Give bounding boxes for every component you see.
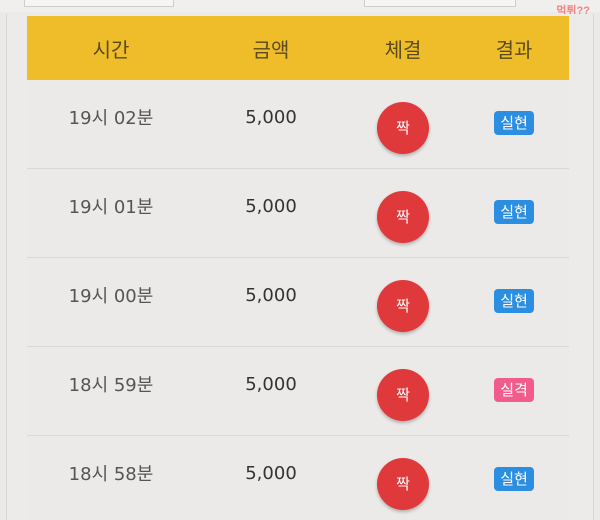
table-row: 19시 00분 5,000 짝 실현 [27, 258, 569, 347]
row-exec: 짝 [347, 183, 459, 243]
bet-history-table: 시간 금액 체결 결과 19시 02분 5,000 짝 실현 19시 01분 5… [27, 16, 569, 520]
row-time: 19시 01분 [68, 197, 154, 218]
top-tab-right[interactable] [364, 0, 516, 7]
table-row: 19시 01분 5,000 짝 실현 [27, 169, 569, 258]
row-exec: 짝 [347, 361, 459, 421]
exec-badge: 짝 [377, 191, 429, 243]
result-badge: 실현 [494, 200, 534, 224]
row-time: 18시 59분 [68, 375, 154, 396]
row-amount: 5,000 [245, 106, 297, 128]
row-result: 실현 [459, 111, 569, 135]
header-exec: 체결 [384, 37, 422, 62]
row-result: 실현 [459, 467, 569, 491]
row-time: 19시 00분 [68, 286, 154, 307]
exec-badge: 짝 [377, 102, 429, 154]
result-badge: 실현 [494, 111, 534, 135]
row-time: 19시 02분 [68, 108, 154, 129]
top-tab-left[interactable] [24, 0, 174, 7]
result-badge: 실현 [494, 289, 534, 313]
row-result: 실격 [459, 378, 569, 402]
exec-badge: 짝 [377, 369, 429, 421]
result-badge: 실현 [494, 467, 534, 491]
row-exec: 짝 [347, 94, 459, 154]
table-row: 18시 58분 5,000 짝 실현 [27, 436, 569, 520]
header-result: 결과 [495, 37, 533, 62]
page: 먹튀?? 시간 금액 체결 결과 19시 02분 5,000 짝 실현 19시 … [0, 0, 600, 520]
row-amount: 5,000 [245, 284, 297, 306]
table-row: 19시 02분 5,000 짝 실현 [27, 80, 569, 169]
table-header: 시간 금액 체결 결과 [27, 16, 569, 80]
table-row: 18시 59분 5,000 짝 실격 [27, 347, 569, 436]
row-amount: 5,000 [245, 462, 297, 484]
result-badge: 실격 [494, 378, 534, 402]
row-time: 18시 58분 [68, 464, 154, 485]
row-exec: 짝 [347, 272, 459, 332]
row-amount: 5,000 [245, 373, 297, 395]
header-amount: 금액 [252, 37, 290, 62]
header-time: 시간 [92, 37, 130, 62]
row-exec: 짝 [347, 450, 459, 510]
row-result: 실현 [459, 200, 569, 224]
row-amount: 5,000 [245, 195, 297, 217]
exec-badge: 짝 [377, 280, 429, 332]
exec-badge: 짝 [377, 458, 429, 510]
row-result: 실현 [459, 289, 569, 313]
